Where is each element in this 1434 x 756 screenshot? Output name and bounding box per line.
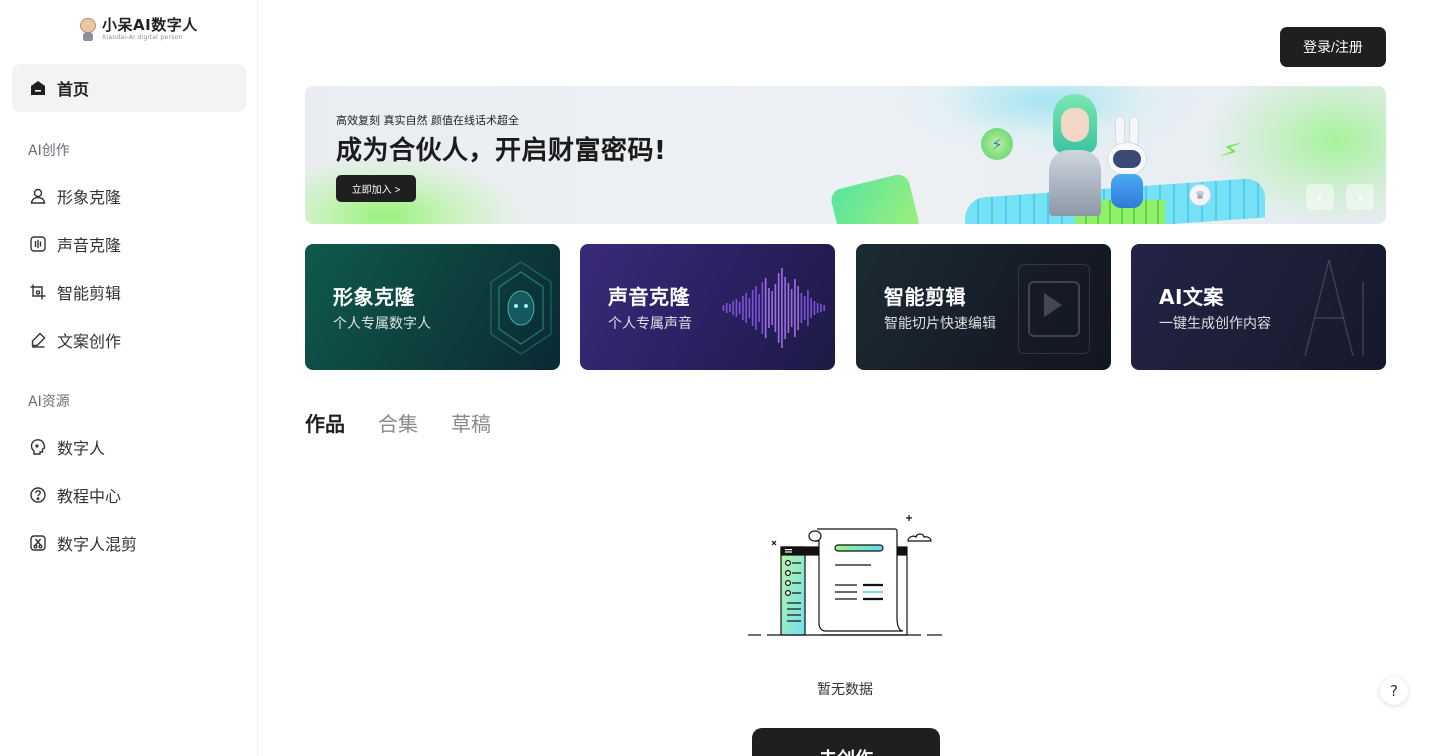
sidebar-item-voice-clone[interactable]: 声音克隆 <box>12 220 246 268</box>
lightning-badge-icon: ⚡ <box>981 128 1013 160</box>
sidebar: 小呆AI数字人 Xiaodai-AI digital person 首页 AI创… <box>0 0 258 756</box>
feature-card-image-clone[interactable]: 形象克隆 个人专属数字人 <box>305 244 560 370</box>
person-icon <box>29 187 47 205</box>
card-subtitle: 个人专属数字人 <box>333 316 431 332</box>
sidebar-item-label: 智能剪辑 <box>57 284 122 303</box>
carousel-next-button[interactable]: › <box>1346 184 1374 210</box>
feature-card-smart-edit[interactable]: 智能剪辑 智能切片快速编辑 <box>856 244 1111 370</box>
card-title: 形象克隆 <box>333 285 415 309</box>
sidebar-item-label: 首页 <box>57 80 90 99</box>
video-play-icon <box>1018 264 1090 354</box>
tab-collections[interactable]: 合集 <box>378 408 418 437</box>
mascot-logo-icon <box>78 16 98 42</box>
sidebar-item-label: 数字人 <box>57 439 106 458</box>
sidebar-item-smart-edit[interactable]: 智能剪辑 <box>12 268 246 316</box>
home-icon <box>29 79 47 97</box>
banner-title: 成为合伙人，开启财富密码! <box>336 136 667 166</box>
sidebar-item-digital-mix[interactable]: 数字人混剪 <box>12 519 246 567</box>
card-title: AI文案 <box>1159 285 1224 309</box>
sidebar-item-label: 文案创作 <box>57 332 122 351</box>
face-scan-icon <box>490 261 552 355</box>
digital-head-icon <box>29 438 47 456</box>
mix-cut-icon <box>29 534 47 552</box>
sidebar-item-home[interactable]: 首页 <box>12 64 246 112</box>
sidebar-item-image-clone[interactable]: 形象克隆 <box>12 172 246 220</box>
brand-title: 小呆AI数字人 <box>102 15 198 34</box>
tab-works[interactable]: 作品 <box>305 408 345 437</box>
banner-block-decoration <box>828 172 922 224</box>
card-title: 声音克隆 <box>608 285 690 309</box>
eraser-pen-icon <box>29 331 47 349</box>
chevron-right-icon: › <box>1356 187 1364 207</box>
card-subtitle: 智能切片快速编辑 <box>884 316 996 332</box>
ai-letters-icon <box>1304 259 1364 357</box>
crop-icon <box>29 283 47 301</box>
digital-avatar-illustration <box>1045 94 1105 216</box>
card-title: 智能剪辑 <box>884 285 966 309</box>
empty-document-illustration <box>748 515 942 636</box>
crown-icon: ♛ <box>1189 184 1211 206</box>
sidebar-item-label: 形象克隆 <box>57 188 122 207</box>
sidebar-item-digital-human[interactable]: 数字人 <box>12 423 246 471</box>
empty-state-text: 暂无数据 <box>817 682 873 698</box>
bunny-mascot-illustration <box>1103 116 1151 208</box>
card-subtitle: 个人专属声音 <box>608 316 692 332</box>
section-label-ai-resources: AI资源 <box>28 394 70 410</box>
card-subtitle: 一键生成创作内容 <box>1159 316 1271 332</box>
section-label-ai-create: AI创作 <box>28 143 70 159</box>
login-register-button[interactable]: 登录/注册 <box>1280 27 1386 67</box>
promo-banner[interactable]: ⚡ ⚡ ♛ 高效复刻 真实自然 颜值在线话术超全 成为合伙人，开启财富密码! 立… <box>305 86 1386 224</box>
app-root: 小呆AI数字人 Xiaodai-AI digital person 首页 AI创… <box>0 0 1434 756</box>
sidebar-item-copywriting[interactable]: 文案创作 <box>12 316 246 364</box>
banner-tagline: 高效复刻 真实自然 颜值在线话术超全 <box>336 114 519 127</box>
brand-logo[interactable]: 小呆AI数字人 Xiaodai-AI digital person <box>78 16 198 42</box>
feature-card-voice-clone[interactable]: 声音克隆 个人专属声音 <box>580 244 835 370</box>
help-button[interactable]: ? <box>1380 677 1408 705</box>
content-tabs: 作品 合集 草稿 <box>305 408 491 437</box>
question-mark-icon: ? <box>1390 682 1398 700</box>
sidebar-item-label: 数字人混剪 <box>57 535 138 554</box>
chevron-left-icon: ‹ <box>1316 187 1324 207</box>
feature-card-ai-copy[interactable]: AI文案 一键生成创作内容 <box>1131 244 1386 370</box>
sidebar-item-tutorials[interactable]: 教程中心 <box>12 471 246 519</box>
tab-drafts[interactable]: 草稿 <box>451 408 491 437</box>
join-now-button[interactable]: 立即加入 > <box>336 175 416 202</box>
sound-wave-icon <box>722 268 825 348</box>
sidebar-item-label: 声音克隆 <box>57 236 122 255</box>
audio-wave-icon <box>29 235 47 253</box>
go-create-button[interactable]: 去创作 <box>752 728 940 756</box>
sidebar-item-label: 教程中心 <box>57 487 122 506</box>
brand-subtitle: Xiaodai-AI digital person <box>102 33 183 41</box>
carousel-prev-button[interactable]: ‹ <box>1306 184 1334 210</box>
question-circle-icon <box>29 486 47 504</box>
